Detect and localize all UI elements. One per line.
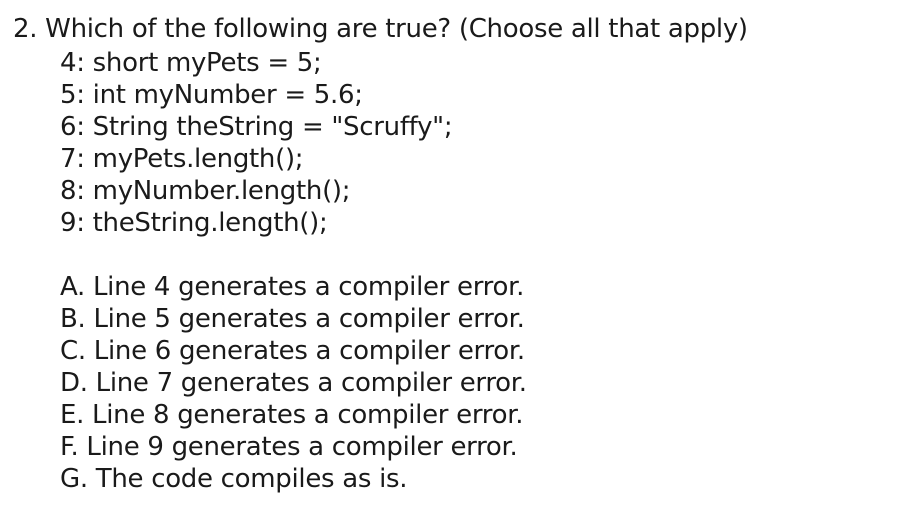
answer-option-a: A. Line 4 generates a compiler error. xyxy=(60,272,525,302)
code-line: 7: myPets.length(); xyxy=(60,144,304,174)
answer-option-c: C. Line 6 generates a compiler error. xyxy=(60,336,525,366)
answer-option-b: B. Line 5 generates a compiler error. xyxy=(60,304,525,334)
question-text: 2. Which of the following are true? (Cho… xyxy=(13,14,748,44)
answer-option-d: D. Line 7 generates a compiler error. xyxy=(60,368,527,398)
answer-option-f: F. Line 9 generates a compiler error. xyxy=(60,432,518,462)
code-line: 9: theString.length(); xyxy=(60,208,328,238)
code-listing: 4: short myPets = 5; 5: int myNumber = 5… xyxy=(60,47,453,239)
answer-options: A. Line 4 generates a compiler error. B.… xyxy=(60,271,527,495)
answer-option-g: G. The code compiles as is. xyxy=(60,464,408,494)
quiz-page: 2. Which of the following are true? (Cho… xyxy=(0,0,897,514)
code-line: 8: myNumber.length(); xyxy=(60,176,351,206)
answer-option-e: E. Line 8 generates a compiler error. xyxy=(60,400,524,430)
code-line: 5: int myNumber = 5.6; xyxy=(60,80,363,110)
code-line: 4: short myPets = 5; xyxy=(60,48,322,78)
code-line: 6: String theString = "Scruffy"; xyxy=(60,112,453,142)
